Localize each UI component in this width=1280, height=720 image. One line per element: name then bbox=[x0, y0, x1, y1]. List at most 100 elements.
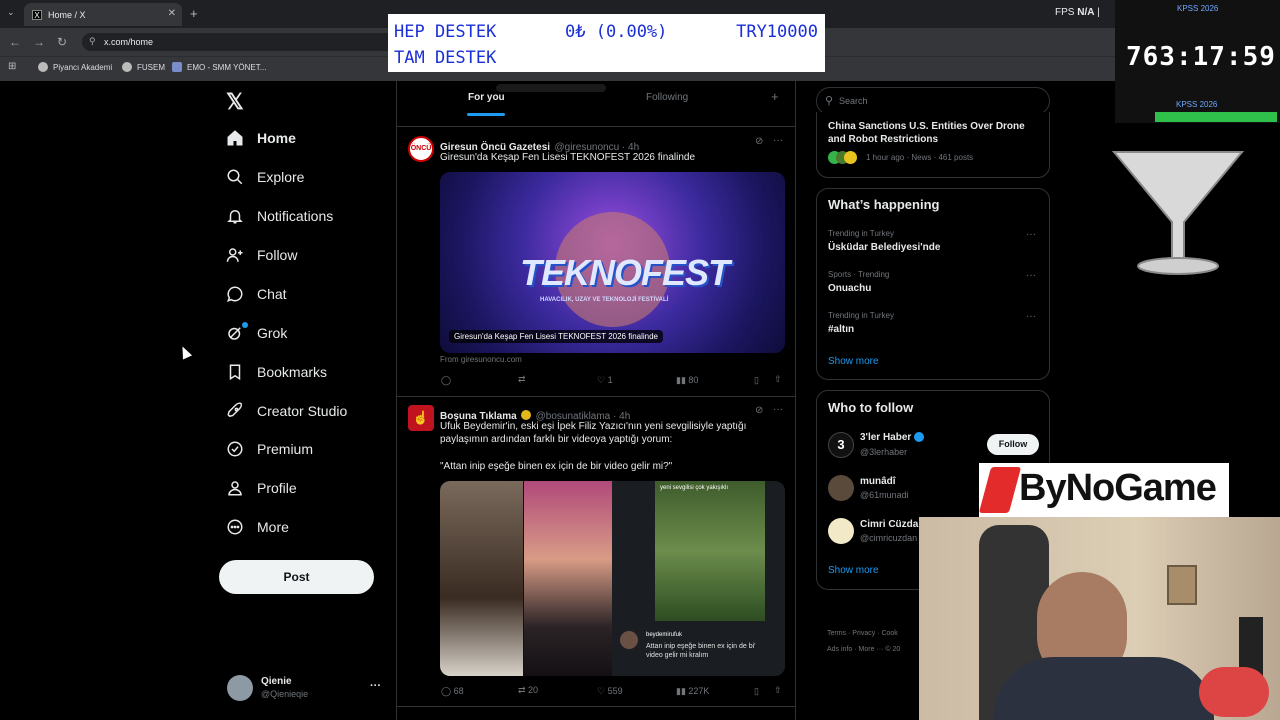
account-more-icon[interactable]: ··· bbox=[370, 680, 381, 692]
tweet-media[interactable]: yeni sevgilisi çok yakışıklı beydemirufu… bbox=[440, 481, 785, 676]
tweet-text-line1: Ufuk Beydemir'in, eski eşi İpek Filiz Ya… bbox=[440, 421, 747, 432]
tweet-text-line3: "Attan inip eşeğe binen ex için de bir v… bbox=[440, 461, 673, 472]
bookmark-fusem[interactable]: FUSEM bbox=[122, 62, 165, 72]
reload-icon[interactable]: ↻ bbox=[57, 35, 67, 49]
site-info-icon[interactable]: ⚲ bbox=[89, 36, 96, 47]
sidebar-item-explore[interactable]: Explore bbox=[226, 168, 304, 186]
follow-button[interactable]: Follow bbox=[987, 434, 1039, 455]
like-button[interactable]: ♡ 1 bbox=[597, 375, 613, 386]
grok-icon[interactable]: ⊘ bbox=[755, 405, 763, 416]
fps-indicator: FPS N/A | bbox=[1055, 7, 1100, 18]
avatar[interactable]: ÖNCÜ bbox=[408, 136, 434, 162]
banner-goal: TRY10000 bbox=[736, 22, 818, 42]
media-video-frame bbox=[655, 481, 765, 621]
like-button[interactable]: ♡ 559 bbox=[597, 686, 623, 697]
views-count[interactable]: ▮▮ 227K bbox=[676, 686, 709, 697]
search-input[interactable]: ⚲ Search bbox=[816, 87, 1050, 115]
link-source[interactable]: From giresunoncu.com bbox=[440, 355, 522, 364]
bookmark-piyanci[interactable]: Piyancı Akademi bbox=[38, 62, 112, 72]
news-title-line2[interactable]: and Robot Restrictions bbox=[828, 134, 938, 145]
share-icon[interactable]: ⇧ bbox=[774, 685, 782, 696]
bookmark-icon[interactable]: ▯ bbox=[754, 375, 759, 386]
account-name: Qienie bbox=[261, 676, 292, 687]
footer-links[interactable]: Terms · Privacy · Cook bbox=[827, 630, 898, 637]
post-button[interactable]: Post bbox=[219, 560, 374, 594]
banner-left-text: HEP DESTEK bbox=[394, 22, 497, 42]
forward-icon[interactable]: → bbox=[33, 35, 45, 49]
trend-more-icon[interactable]: ··· bbox=[1026, 229, 1036, 240]
x-logo-icon[interactable]: 𝕏 bbox=[226, 89, 244, 115]
avatar[interactable]: ☝ bbox=[408, 405, 434, 431]
new-tab-icon[interactable]: + bbox=[190, 6, 198, 21]
bookmark-icon bbox=[229, 364, 241, 381]
donation-banner: HEP DESTEK 0₺ (0.00%) TRY10000 TAM DESTE… bbox=[388, 14, 825, 72]
kpss-progress-bar bbox=[1155, 112, 1277, 122]
grok-icon[interactable]: ⊘ bbox=[755, 136, 763, 147]
sidebar-item-premium[interactable]: Premium bbox=[226, 440, 313, 458]
suggestion-handle: @3lerhaber bbox=[860, 447, 908, 457]
person-shirt bbox=[994, 657, 1214, 720]
sidebar-item-follow[interactable]: Follow bbox=[226, 246, 297, 264]
sidebar-item-more[interactable]: More bbox=[226, 518, 289, 536]
tweet-image[interactable]: TEKNOFEST HAVACILIK, UZAY VE TEKNOLOJİ F… bbox=[440, 172, 785, 353]
verified-badge-icon bbox=[521, 409, 532, 420]
tab-close-icon[interactable]: ✕ bbox=[168, 8, 176, 19]
whats-happening-title: What’s happening bbox=[828, 197, 940, 212]
avatar: 3 bbox=[828, 432, 854, 458]
webcam-overlay bbox=[919, 517, 1280, 720]
tab-title: Home / X bbox=[48, 9, 86, 20]
suggestion-name: Cimri Cüzdan bbox=[860, 519, 925, 530]
person-icon bbox=[228, 481, 242, 496]
apps-grid-icon[interactable]: ⊞ bbox=[8, 61, 16, 72]
tweet-text-line2: paylaşımın ardından farklı bir videoya y… bbox=[440, 434, 673, 445]
sidebar-item-profile[interactable]: Profile bbox=[226, 479, 297, 497]
sidebar-item-bookmarks[interactable]: Bookmarks bbox=[226, 363, 327, 381]
trend-name: Üsküdar Belediyesi'nde bbox=[828, 242, 941, 253]
back-icon[interactable]: ← bbox=[9, 35, 21, 49]
banner-amount: 0₺ (0.00%) bbox=[565, 22, 668, 42]
bell-icon bbox=[227, 210, 243, 224]
trend-more-icon[interactable]: ··· bbox=[1026, 311, 1036, 322]
trend-context: Trending in Turkey bbox=[828, 229, 894, 238]
bookmark-icon[interactable]: ▯ bbox=[754, 686, 759, 697]
add-feed-icon[interactable]: + bbox=[771, 89, 779, 104]
trend-more-icon[interactable]: ··· bbox=[1026, 270, 1036, 281]
show-more-follow-link[interactable]: Show more bbox=[828, 565, 879, 576]
sidebar-item-chat[interactable]: Chat bbox=[226, 285, 287, 303]
sponsor-mark-icon bbox=[978, 467, 1022, 513]
repost-button[interactable]: ⇄ 20 bbox=[518, 685, 538, 696]
reply-button[interactable]: ◯ 68 bbox=[441, 686, 464, 697]
sidebar-item-creator-studio[interactable]: Creator Studio bbox=[226, 402, 347, 420]
tab-following[interactable]: Following bbox=[646, 92, 688, 103]
repost-icon[interactable]: ⇄ bbox=[518, 374, 526, 385]
sidebar-item-home[interactable]: Home bbox=[226, 129, 296, 147]
scroll-shadow bbox=[496, 84, 606, 92]
follow-icon bbox=[226, 248, 243, 262]
banner-second-line: TAM DESTEK bbox=[394, 48, 497, 68]
tweet-more-icon[interactable]: ··· bbox=[773, 135, 783, 146]
sidebar-item-grok[interactable]: Grok bbox=[226, 324, 287, 342]
share-icon[interactable]: ⇧ bbox=[774, 374, 782, 385]
tab-search-icon[interactable]: ⌄ bbox=[7, 7, 15, 18]
mouse-cursor-icon bbox=[177, 344, 193, 360]
footer-links[interactable]: Ads info · More ··· © 20 bbox=[827, 646, 900, 653]
tweet-more-icon[interactable]: ··· bbox=[773, 404, 783, 415]
show-more-trends-link[interactable]: Show more bbox=[828, 356, 879, 367]
pillow bbox=[1199, 667, 1269, 717]
views-count[interactable]: ▮▮ 80 bbox=[676, 375, 698, 386]
premium-icon bbox=[227, 441, 243, 457]
search-icon bbox=[227, 169, 243, 185]
home-icon bbox=[227, 130, 243, 146]
browser-tab[interactable]: X Home / X ✕ bbox=[24, 3, 182, 26]
active-tab-indicator bbox=[467, 113, 505, 116]
search-placeholder: Search bbox=[839, 96, 868, 106]
bookmark-emo[interactable]: EMO - SMM YÖNET... bbox=[172, 62, 266, 72]
search-icon: ⚲ bbox=[825, 95, 834, 107]
account-handle: @Qienieqie bbox=[261, 689, 309, 699]
tab-for-you[interactable]: For you bbox=[468, 92, 505, 103]
news-title-line1[interactable]: China Sanctions U.S. Entities Over Drone bbox=[828, 121, 1025, 132]
trend-context: Sports · Trending bbox=[828, 270, 890, 279]
sidebar-item-notifications[interactable]: Notifications bbox=[226, 207, 333, 225]
trend-name: #altın bbox=[828, 324, 855, 335]
reply-icon[interactable]: ◯ bbox=[441, 375, 451, 386]
